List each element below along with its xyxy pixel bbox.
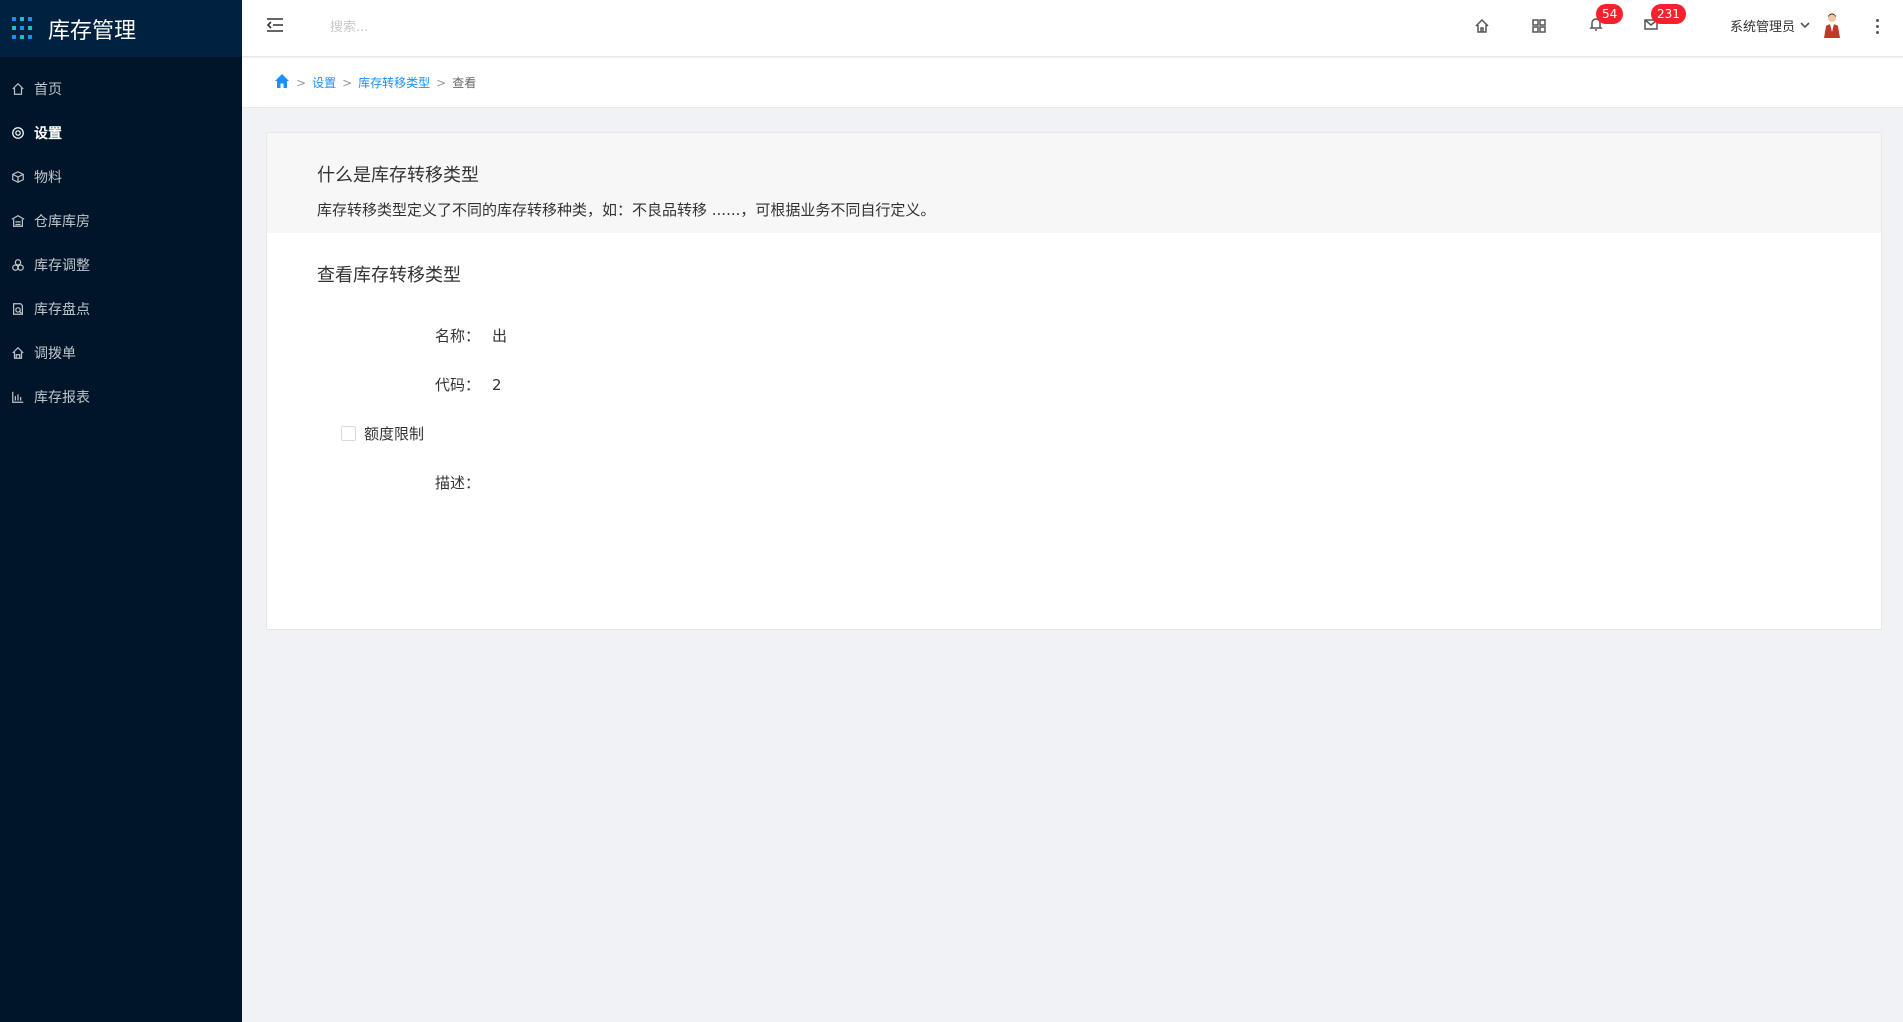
field-value: 2 <box>492 375 502 394</box>
breadcrumb-link-settings[interactable]: 设置 <box>312 74 336 91</box>
sidebar-item-home[interactable]: 首页 <box>0 67 242 111</box>
user-name: 系统管理员 <box>1729 19 1795 35</box>
field-description: 描述： <box>267 458 1881 507</box>
sidebar-item-label: 设置 <box>34 126 62 142</box>
user-menu[interactable]: 系统管理员 <box>1730 12 1843 38</box>
sidebar-item-stock-report[interactable]: 库存报表 <box>0 375 242 419</box>
field-label: 名称： <box>434 327 480 345</box>
menu-collapse-icon[interactable] <box>264 14 286 36</box>
app-title: 库存管理 <box>48 18 137 44</box>
info-panel: 什么是库存转移类型 库存转移类型定义了不同的库存转移种类，如：不良品转移 ...… <box>267 133 1881 233</box>
more-options-icon[interactable] <box>1871 14 1883 38</box>
app-grid-icon[interactable] <box>12 16 36 41</box>
sidebar-item-stock-check[interactable]: 库存盘点 <box>0 287 242 331</box>
adjust-icon <box>10 257 26 273</box>
breadcrumb-separator: > <box>436 75 447 90</box>
field-label: 描述： <box>434 474 480 492</box>
field-limit: 额度限制 <box>267 409 1881 458</box>
sidebar-item-label: 库存报表 <box>34 390 90 406</box>
detail-fields: 名称： 出 代码： 2 额度限制 描述： <box>267 311 1881 507</box>
chevron-down-icon <box>1799 16 1811 35</box>
home-icon <box>10 81 26 97</box>
field-value: 出 <box>492 327 508 345</box>
sidebar-menu: 首页 设置 物料 仓库库房 库存调整 库存盘点 调拨单 库存报表 <box>0 57 242 419</box>
home-icon[interactable] <box>1470 14 1494 38</box>
breadcrumb-current: 查看 <box>452 76 477 90</box>
gear-icon <box>10 125 26 141</box>
field-label: 代码： <box>434 376 480 394</box>
limit-checkbox[interactable] <box>341 426 356 441</box>
brand: 库存管理 <box>0 0 242 57</box>
bar-chart-icon <box>10 389 26 405</box>
avatar <box>1821 12 1843 38</box>
sidebar-item-transfer[interactable]: 调拨单 <box>0 331 242 375</box>
sidebar-item-label: 物料 <box>34 170 62 186</box>
field-name: 名称： 出 <box>267 311 1881 360</box>
breadcrumb-link-transfer-type[interactable]: 库存转移类型 <box>358 74 430 91</box>
sidebar-item-warehouse[interactable]: 仓库库房 <box>0 199 242 243</box>
sidebar-item-label: 首页 <box>34 82 62 98</box>
notifications-badge: 54 <box>1596 4 1624 24</box>
transfer-icon <box>10 345 26 361</box>
sidebar-item-label: 调拨单 <box>34 346 76 362</box>
info-title: 什么是库存转移类型 <box>317 165 479 186</box>
sidebar-item-materials[interactable]: 物料 <box>0 155 242 199</box>
inventory-check-icon <box>10 301 26 317</box>
search-input[interactable] <box>330 14 590 40</box>
sidebar-item-stock-adjust[interactable]: 库存调整 <box>0 243 242 287</box>
breadcrumb: > 设置 > 库存转移类型 > 查看 <box>242 58 1903 108</box>
home-icon[interactable] <box>274 73 290 92</box>
sidebar-item-label: 库存盘点 <box>34 302 90 318</box>
sidebar-item-label: 库存调整 <box>34 258 90 274</box>
info-description: 库存转移类型定义了不同的库存转移种类，如：不良品转移 ......，可根据业务不… <box>317 201 936 219</box>
messages-button[interactable]: 231 <box>1639 4 1686 38</box>
breadcrumb-separator: > <box>296 75 307 90</box>
field-code: 代码： 2 <box>267 360 1881 409</box>
sidebar: 库存管理 首页 设置 物料 仓库库房 库存调整 库存盘点 调拨单 库存报表 <box>0 0 242 1022</box>
warehouse-icon <box>10 213 26 229</box>
notifications-button[interactable]: 54 <box>1584 4 1624 38</box>
messages-badge: 231 <box>1651 4 1686 24</box>
box-icon <box>10 169 26 185</box>
view-title: 查看库存转移类型 <box>317 265 461 286</box>
apps-grid-icon[interactable] <box>1527 14 1551 38</box>
sidebar-item-settings[interactable]: 设置 <box>0 111 242 155</box>
sidebar-item-label: 仓库库房 <box>34 214 90 230</box>
top-header: 54 231 系统管理员 <box>242 0 1903 57</box>
checkbox-label: 额度限制 <box>364 425 425 443</box>
content-card: 什么是库存转移类型 库存转移类型定义了不同的库存转移种类，如：不良品转移 ...… <box>266 132 1882 630</box>
breadcrumb-separator: > <box>342 75 353 90</box>
